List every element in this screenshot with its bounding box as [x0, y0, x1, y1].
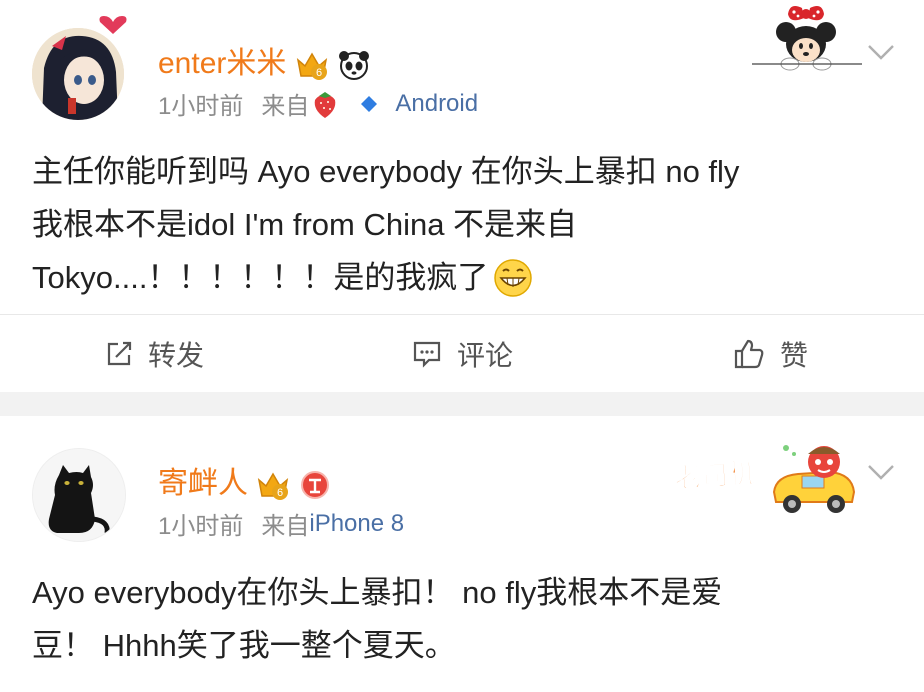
- comment-icon: [413, 341, 441, 368]
- post-text-line: 主任你能听到吗 Ayo everybody 在你头上暴扣 no fly: [32, 154, 740, 189]
- black-cat-avatar-icon: [33, 449, 125, 541]
- post-text: 主任你能听到吗 Ayo everybody 在你头上暴扣 no fly 我根本不…: [32, 145, 892, 304]
- username-row: 寄衅人 6: [158, 458, 331, 502]
- avatar[interactable]: [32, 28, 124, 120]
- comment-button[interactable]: 评论: [308, 315, 616, 393]
- like-button[interactable]: 赞: [616, 315, 924, 393]
- chevron-down-icon[interactable]: [866, 42, 896, 62]
- post-text-line: 我根本不是idol I'm from China 不是来自: [32, 207, 578, 242]
- feed-card-1: enter米米 6 1小时前 来自 Android 主任你能听到吗 Ayo ev…: [0, 0, 924, 392]
- thumbs-up-icon: [734, 339, 764, 369]
- grin-emoji-icon: [494, 258, 533, 297]
- post-time: 1小时前: [158, 513, 244, 540]
- action-bar: 转发 评论 赞: [0, 314, 924, 393]
- post-time: 1小时前: [158, 93, 244, 120]
- source-link[interactable]: Android: [395, 90, 478, 118]
- vip-crown-icon: 6: [258, 472, 289, 501]
- feed-divider: [0, 392, 924, 416]
- post-text-line: Tokyo....！！！！！！是的我疯了: [32, 260, 489, 295]
- anime-avatar-icon: [32, 28, 124, 120]
- username-link[interactable]: 寄衅人: [158, 467, 248, 500]
- source-prefix: 来自: [261, 93, 310, 120]
- chevron-down-icon[interactable]: [866, 462, 896, 482]
- strawberry-icon: [315, 91, 336, 118]
- heart-icon: [99, 16, 127, 34]
- post-text-line: 豆！ Hhhh笑了我一整个夏天。: [32, 628, 456, 663]
- svg-text:6: 6: [316, 67, 322, 79]
- source-prefix: 来自: [261, 513, 310, 540]
- vip-crown-icon: 6: [296, 52, 327, 81]
- username-link[interactable]: enter米米: [158, 47, 286, 80]
- minnie-sticker-icon: [752, 6, 862, 71]
- repost-icon: [107, 341, 132, 366]
- post-meta: 1小时前 来自 iPhone 8: [158, 506, 404, 541]
- username-row: enter米米 6: [158, 38, 371, 82]
- driver-sticker: 老司机: [672, 440, 862, 520]
- panda-icon: [339, 51, 370, 81]
- comment-label: 评论: [456, 340, 513, 371]
- post-text-line-row: Tokyo....！！！！！！是的我疯了: [32, 251, 892, 304]
- diamond-icon: [361, 95, 378, 112]
- car-sticker-icon: [772, 445, 856, 513]
- repost-button[interactable]: 转发: [0, 315, 308, 393]
- like-label: 赞: [779, 340, 808, 371]
- svg-text:6: 6: [277, 487, 283, 499]
- red-badge-icon: [300, 471, 329, 500]
- post-meta: 1小时前 来自 Android: [158, 86, 478, 121]
- repost-label: 转发: [147, 340, 204, 371]
- feed-card-2: 寄衅人 6 1小时前 来自 iPhone 8 老司机 Ayo everybody…: [0, 416, 924, 692]
- sticker-text: 老司机: [673, 458, 757, 496]
- source-link[interactable]: iPhone 8: [309, 510, 404, 538]
- post-text: Ayo everybody在你头上暴扣！ no fly我根本不是爱 豆！ Hhh…: [32, 566, 892, 672]
- post-text-line: Ayo everybody在你头上暴扣！ no fly我根本不是爱: [32, 575, 723, 610]
- avatar[interactable]: [32, 448, 126, 542]
